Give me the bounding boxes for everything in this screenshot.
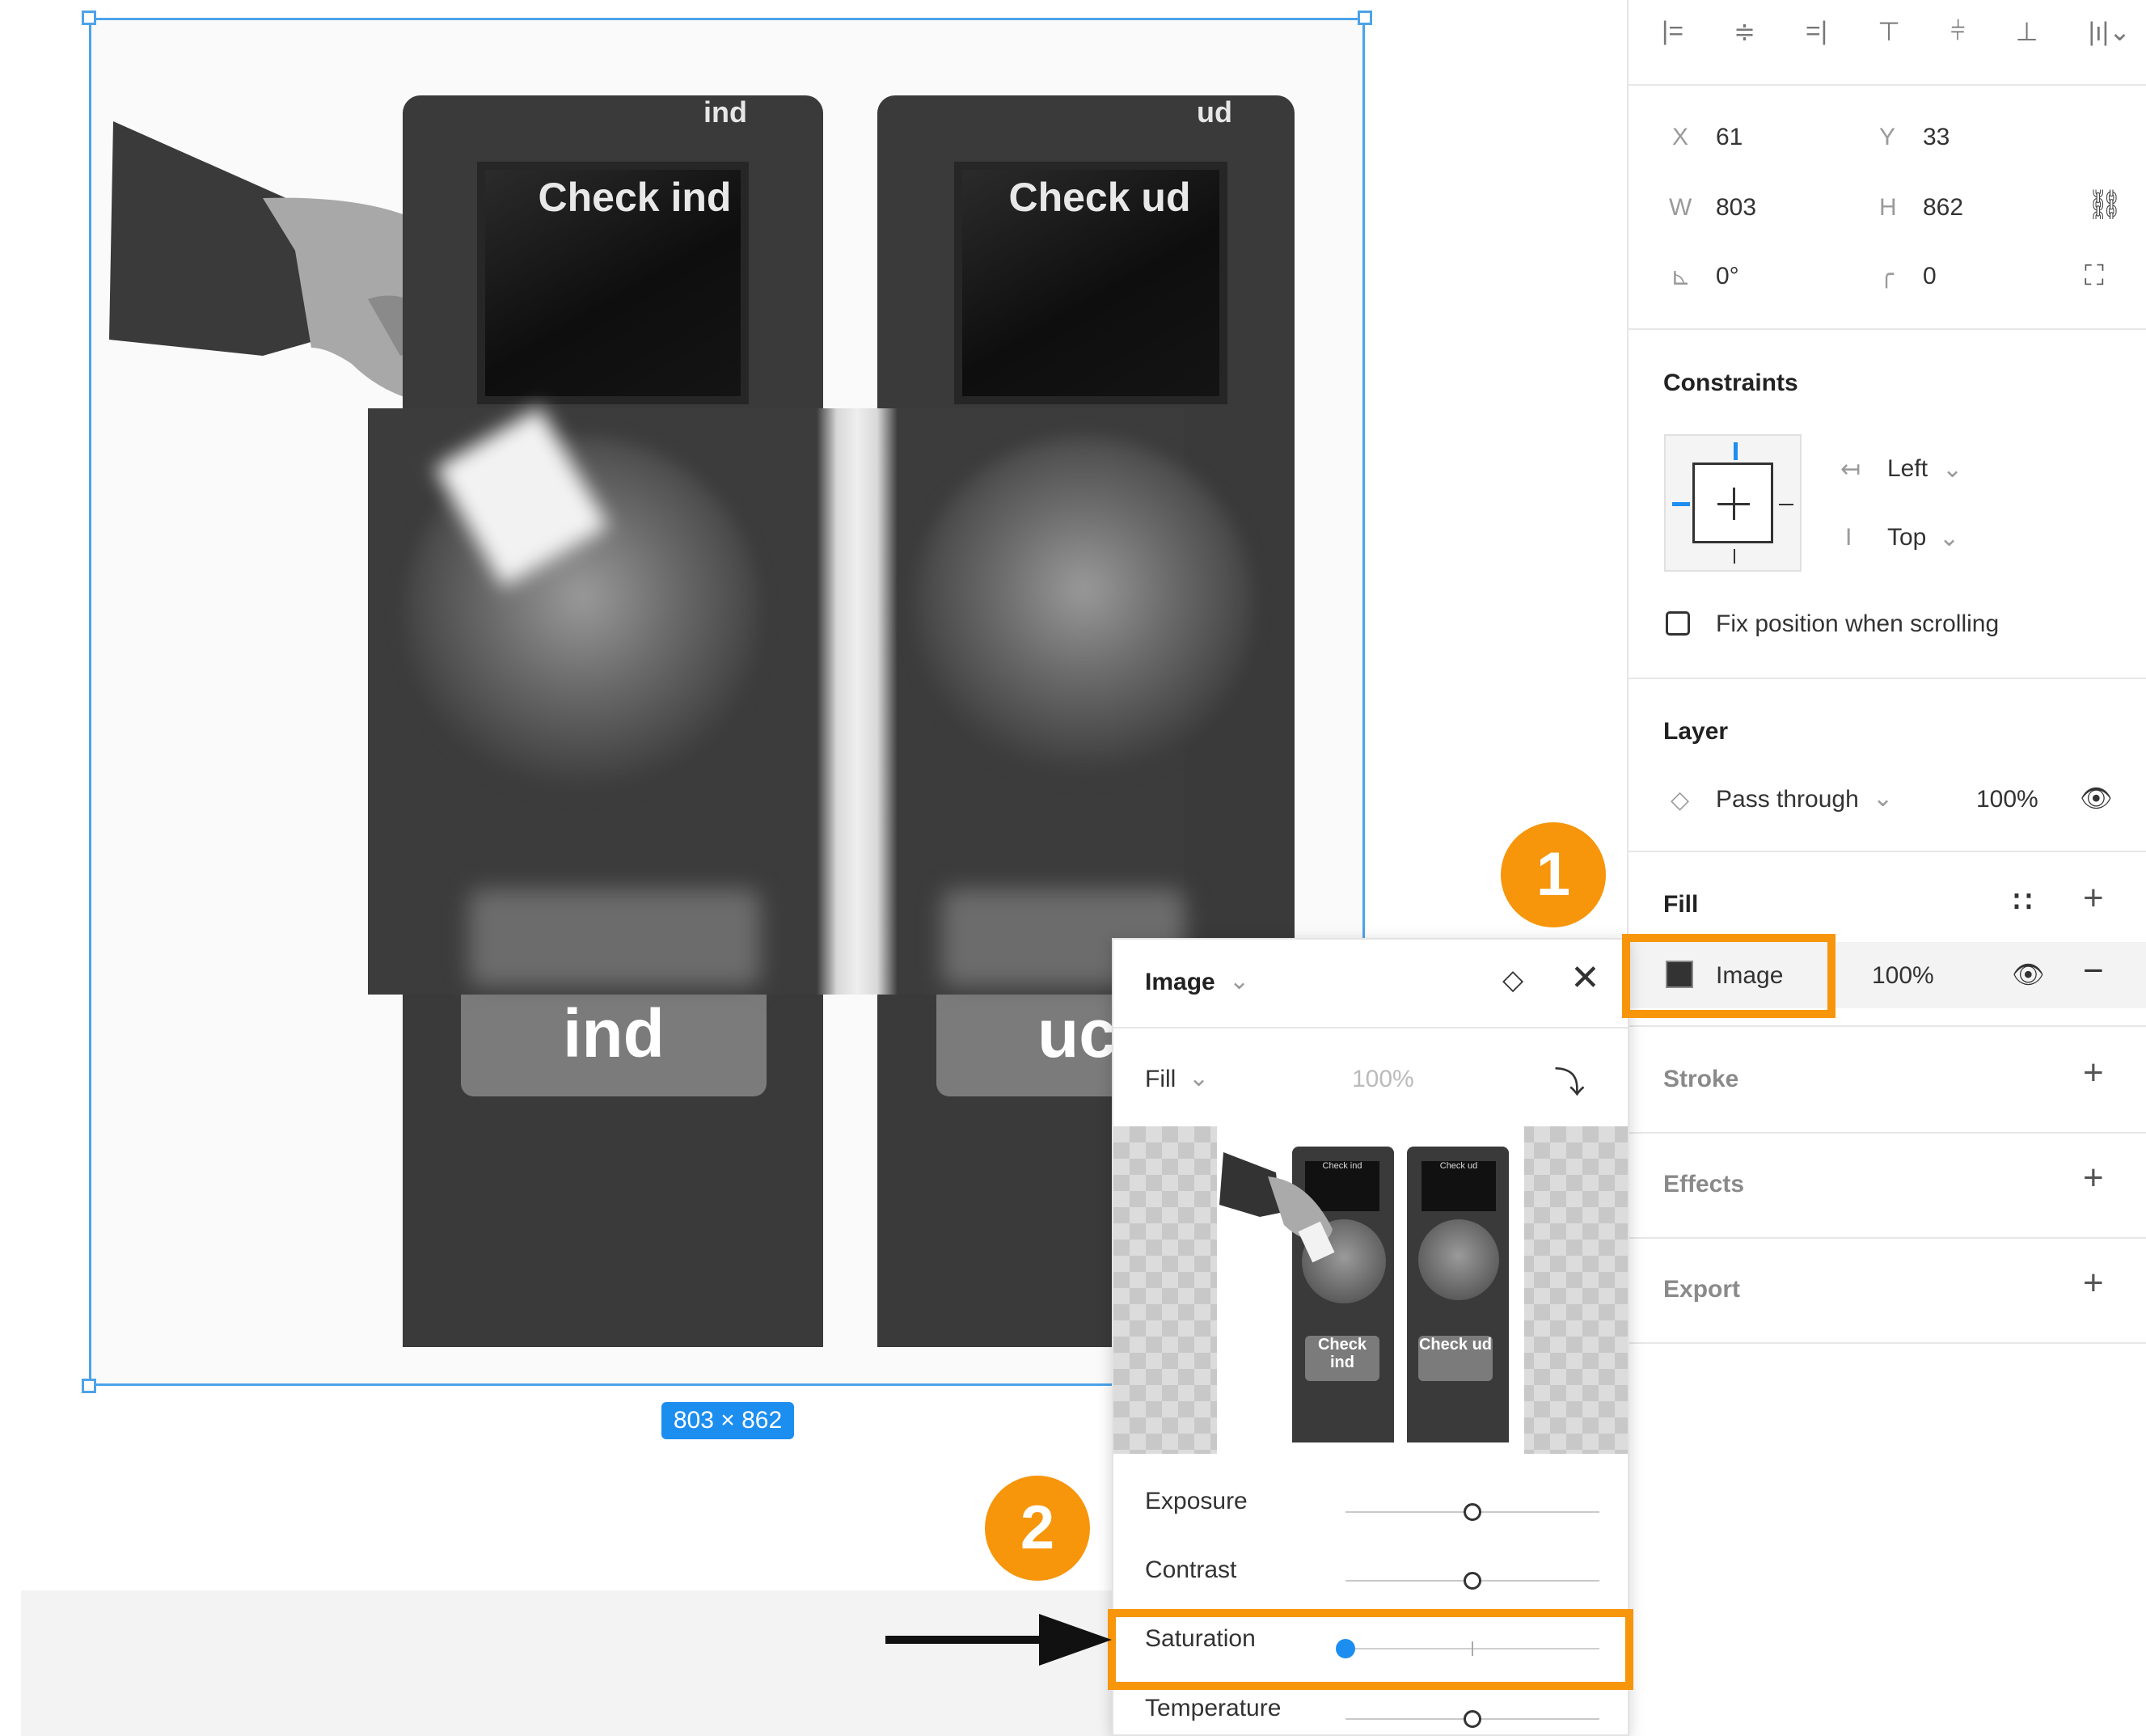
exposure-slider-knob[interactable] <box>1464 1503 1481 1521</box>
preview-right-screen: Check ud <box>1422 1161 1496 1211</box>
fix-position-checkbox[interactable] <box>1666 611 1690 636</box>
rotation-icon: ⊾ <box>1671 264 1692 290</box>
align-right-icon[interactable]: =| <box>1806 16 1827 52</box>
color-picker-icon[interactable]: ◇ <box>1502 964 1523 996</box>
annotation-badge-2: 2 <box>985 1476 1090 1581</box>
temperature-slider[interactable] <box>1345 1707 1599 1731</box>
add-effect-icon[interactable]: + <box>2083 1158 2104 1198</box>
annotation-highlight-saturation <box>1108 1609 1633 1690</box>
resize-handle-top-right[interactable] <box>1358 11 1372 25</box>
rotation-input[interactable]: 0° <box>1716 263 1739 290</box>
add-fill-icon[interactable]: + <box>2083 878 2104 919</box>
divider <box>1627 84 2146 86</box>
contrast-slider[interactable] <box>1345 1569 1599 1593</box>
divider <box>1627 678 2146 679</box>
independent-corners-icon[interactable]: ⛶ <box>2085 260 2104 292</box>
align-top-icon[interactable]: ⊤ <box>1878 16 1900 52</box>
contrast-slider-knob[interactable] <box>1464 1572 1481 1590</box>
temperature-slider-knob[interactable] <box>1464 1710 1481 1728</box>
chevron-down-icon: ⌄ <box>1229 968 1250 995</box>
constraints-title: Constraints <box>1663 370 1798 396</box>
chevron-down-icon: ⌄ <box>1873 785 1894 812</box>
x-input[interactable]: 61 <box>1716 124 1743 151</box>
fill-opacity-input[interactable]: 100% <box>1872 962 1934 990</box>
w-label: W <box>1669 194 1692 221</box>
stroke-title: Stroke <box>1663 1066 1739 1092</box>
exposure-slider[interactable] <box>1345 1500 1599 1524</box>
align-left-icon[interactable]: |= <box>1662 16 1683 52</box>
x-label: X <box>1672 124 1689 150</box>
resize-handle-bottom-left[interactable] <box>82 1379 96 1393</box>
chevron-down-icon: ⌄ <box>1189 1065 1210 1092</box>
constraint-widget[interactable] <box>1664 434 1802 572</box>
rotate-image-icon[interactable]: ⤵ <box>1554 1058 1585 1102</box>
divider <box>1627 328 2146 330</box>
divider <box>1627 1025 2146 1027</box>
layer-title: Layer <box>1663 718 1729 745</box>
divider <box>1627 1342 2146 1344</box>
align-v-center-icon[interactable]: ⫩ <box>1950 16 1965 52</box>
h-label: H <box>1879 194 1897 221</box>
preview-right-scanner <box>1418 1219 1499 1300</box>
eye-icon[interactable]: 👁 <box>2012 959 2045 990</box>
fill-title: Fill <box>1663 891 1699 918</box>
blend-mode-select[interactable]: Pass through <box>1716 786 1859 813</box>
add-stroke-icon[interactable]: + <box>2083 1053 2104 1093</box>
eye-icon[interactable]: 👁 <box>2080 783 2113 813</box>
temperature-label: Temperature <box>1145 1695 1282 1721</box>
chevron-down-icon: ⌄ <box>1942 456 1963 483</box>
image-opacity: 100% <box>1352 1066 1414 1092</box>
annotation-arrow-icon <box>885 1614 1112 1666</box>
preview-left-button: Check ind <box>1305 1336 1379 1381</box>
remove-fill-icon[interactable]: − <box>2083 951 2104 991</box>
fix-position-label: Fix position when scrolling <box>1716 610 2000 637</box>
corner-radius-icon: ╭ <box>1879 261 1895 288</box>
blend-mode-icon: ◇ <box>1671 787 1690 813</box>
layer-opacity-input[interactable]: 100% <box>1976 786 2038 813</box>
add-export-icon[interactable]: + <box>2083 1263 2104 1303</box>
annotation-badge-1: 1 <box>1501 822 1606 927</box>
annotation-highlight-fill-image <box>1622 934 1836 1018</box>
close-icon[interactable]: ✕ <box>1570 957 1600 999</box>
horizontal-constraint-select[interactable]: Left <box>1887 455 1928 483</box>
popover-title[interactable]: Image <box>1145 969 1215 996</box>
vertical-constraint-select[interactable]: Top <box>1887 524 1926 551</box>
divider <box>1627 1132 2146 1134</box>
size-badge: 803 × 862 <box>661 1402 794 1439</box>
align-h-center-icon[interactable]: ≑ <box>1734 16 1755 52</box>
constrain-proportions-icon[interactable]: ⛓ <box>2086 188 2123 222</box>
vertical-constraint-icon: I <box>1845 524 1852 551</box>
exposure-label: Exposure <box>1145 1488 1248 1514</box>
chevron-down-icon: ⌄ <box>1939 525 1960 551</box>
w-input[interactable]: 803 <box>1716 194 1756 222</box>
align-bottom-icon[interactable]: ⊥ <box>2016 16 2038 52</box>
contrast-label: Contrast <box>1145 1556 1237 1583</box>
export-title: Export <box>1663 1276 1741 1303</box>
distribute-icon[interactable]: |ı|⌄ <box>2089 16 2131 52</box>
divider <box>1113 1027 1628 1029</box>
divider <box>1627 851 2146 852</box>
image-mode-select[interactable]: Fill <box>1145 1066 1176 1093</box>
horizontal-constraint-icon: ↤ <box>1840 456 1861 483</box>
align-toolbar: |= ≑ =| ⊤ ⫩ ⊥ |ı|⌄ <box>1662 16 2131 52</box>
corner-radius-input[interactable]: 0 <box>1923 263 1937 290</box>
y-input[interactable]: 33 <box>1923 124 1950 151</box>
preview-right-button: Check ud <box>1418 1336 1493 1381</box>
divider <box>1627 1237 2146 1239</box>
styles-icon[interactable]: ∷ <box>2013 885 2032 919</box>
h-input[interactable]: 862 <box>1923 194 1963 222</box>
y-label: Y <box>1879 124 1896 150</box>
resize-handle-top-left[interactable] <box>82 11 96 25</box>
preview-hand <box>1219 1152 1335 1263</box>
effects-title: Effects <box>1663 1171 1745 1197</box>
